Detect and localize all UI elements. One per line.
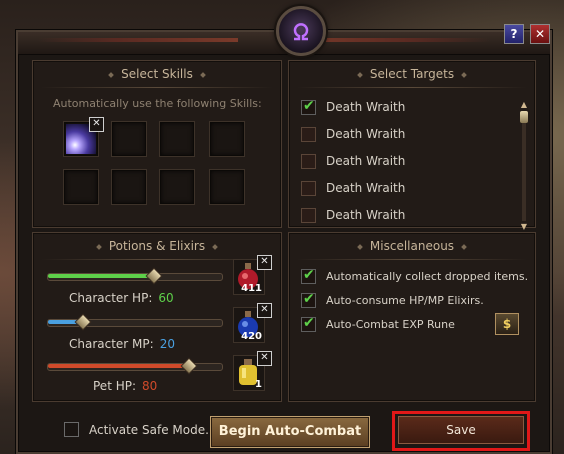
divider	[41, 87, 273, 88]
slider-fill	[48, 364, 187, 368]
slider-fill	[48, 274, 152, 278]
titlebar: ? ✕	[18, 6, 550, 56]
misc-label: Automatically collect dropped items.	[326, 269, 529, 283]
scroll-thumb[interactable]	[520, 111, 528, 123]
target-label: Death Wraith	[326, 154, 406, 168]
target-item[interactable]: Death Wraith	[301, 178, 405, 198]
skills-panel: Select Skills Automatically use the foll…	[32, 60, 282, 228]
safe-mode-label: Activate Safe Mode.	[89, 422, 209, 437]
auto-combat-window: ? ✕ Select Skills Automatically use the …	[16, 6, 552, 454]
omega-glyph-icon	[293, 23, 309, 41]
misc-item[interactable]: ✔ Automatically collect dropped items.	[301, 267, 528, 285]
close-button[interactable]: ✕	[530, 24, 550, 44]
target-label: Death Wraith	[326, 127, 406, 141]
misc-label: Auto-Combat EXP Rune	[326, 317, 455, 331]
skill-slot-6[interactable]	[111, 169, 147, 205]
target-item[interactable]: Death Wraith	[301, 205, 405, 225]
check-icon: ✔	[303, 290, 315, 307]
remove-pet-potion-button[interactable]: ✕	[257, 351, 272, 366]
misc-panel: Miscellaneous ✔ Automatically collect dr…	[288, 232, 536, 402]
scroll-down-icon[interactable]: ▼	[519, 223, 529, 231]
skill-slot-3[interactable]	[159, 121, 195, 157]
target-checkbox[interactable]	[301, 126, 316, 142]
pet-potion-count: 1	[255, 379, 262, 390]
character-hp-label: Character HP: 60	[69, 291, 174, 305]
target-item[interactable]: Death Wraith	[301, 124, 405, 144]
slider-knob[interactable]	[145, 267, 163, 285]
character-mp-value: 20	[159, 337, 175, 351]
check-icon: ✔	[303, 266, 315, 283]
target-checkbox[interactable]	[301, 180, 316, 196]
target-label: Death Wraith	[326, 100, 406, 114]
slider-knob[interactable]	[180, 357, 198, 375]
misc-item[interactable]: ✔ Auto-Combat EXP Rune	[301, 315, 455, 333]
character-mp-label: Character MP: 20	[69, 337, 175, 351]
skills-panel-title: Select Skills	[33, 67, 281, 81]
hp-potion-count: 411	[241, 283, 262, 294]
divider	[297, 87, 527, 88]
target-item[interactable]: ✔ Death Wraith	[301, 97, 405, 117]
potions-panel: Potions & Elixirs Character HP: 60 Charac…	[32, 232, 282, 402]
target-checkbox[interactable]	[301, 207, 316, 223]
targets-panel-title: Select Targets	[289, 67, 535, 81]
scroll-up-icon[interactable]: ▲	[519, 101, 529, 109]
remove-skill-button[interactable]: ✕	[89, 117, 104, 132]
target-label: Death Wraith	[326, 208, 406, 222]
save-button[interactable]: Save	[398, 416, 524, 444]
target-label: Death Wraith	[326, 181, 406, 195]
character-hp-slider[interactable]	[47, 267, 223, 285]
pet-hp-slider[interactable]	[47, 357, 223, 375]
misc-checkbox[interactable]: ✔	[301, 314, 316, 332]
mp-potion-count: 420	[241, 331, 262, 342]
check-icon: ✔	[303, 314, 315, 331]
targets-panel: Select Targets ✔ Death Wraith Death Wrai…	[288, 60, 536, 231]
remove-mp-potion-button[interactable]: ✕	[257, 303, 272, 318]
misc-checkbox[interactable]: ✔	[301, 266, 316, 284]
titlebar-ornament-left	[38, 38, 238, 42]
skill-slot-8[interactable]	[209, 169, 245, 205]
remove-hp-potion-button[interactable]: ✕	[257, 255, 272, 270]
omega-emblem-icon	[276, 6, 326, 56]
potions-panel-title: Potions & Elixirs	[33, 239, 281, 253]
misc-item[interactable]: ✔ Auto-consume HP/MP Elixirs.	[301, 291, 484, 309]
target-checkbox[interactable]: ✔	[301, 97, 316, 115]
scroll-track[interactable]	[522, 111, 526, 221]
slider-knob[interactable]	[74, 313, 92, 331]
character-hp-value: 60	[158, 291, 174, 305]
skill-slot-4[interactable]	[209, 121, 245, 157]
target-item[interactable]: Death Wraith	[301, 151, 405, 171]
bottom-bar: Activate Safe Mode. Begin Auto-Combat Sa…	[18, 408, 550, 452]
misc-label: Auto-consume HP/MP Elixirs.	[326, 293, 484, 307]
skills-subtitle: Automatically use the following Skills:	[53, 97, 262, 110]
misc-panel-title: Miscellaneous	[289, 239, 535, 253]
pet-hp-label: Pet HP: 80	[93, 379, 158, 393]
skill-slot-7[interactable]	[159, 169, 195, 205]
divider	[297, 259, 527, 260]
target-checkbox[interactable]	[301, 153, 316, 169]
skill-slot-5[interactable]	[63, 169, 99, 205]
misc-checkbox[interactable]: ✔	[301, 290, 316, 308]
skill-slot-2[interactable]	[111, 121, 147, 157]
targets-scrollbar[interactable]: ▲ ▼	[519, 101, 529, 231]
character-mp-slider[interactable]	[47, 313, 223, 331]
safe-mode-row[interactable]: Activate Safe Mode.	[64, 422, 209, 437]
pet-hp-value: 80	[142, 379, 158, 393]
begin-auto-combat-button[interactable]: Begin Auto-Combat	[210, 416, 370, 448]
exp-rune-shop-button[interactable]: $	[495, 313, 519, 335]
safe-mode-checkbox[interactable]	[64, 422, 79, 437]
check-icon: ✔	[303, 97, 315, 114]
help-button[interactable]: ?	[504, 24, 524, 44]
